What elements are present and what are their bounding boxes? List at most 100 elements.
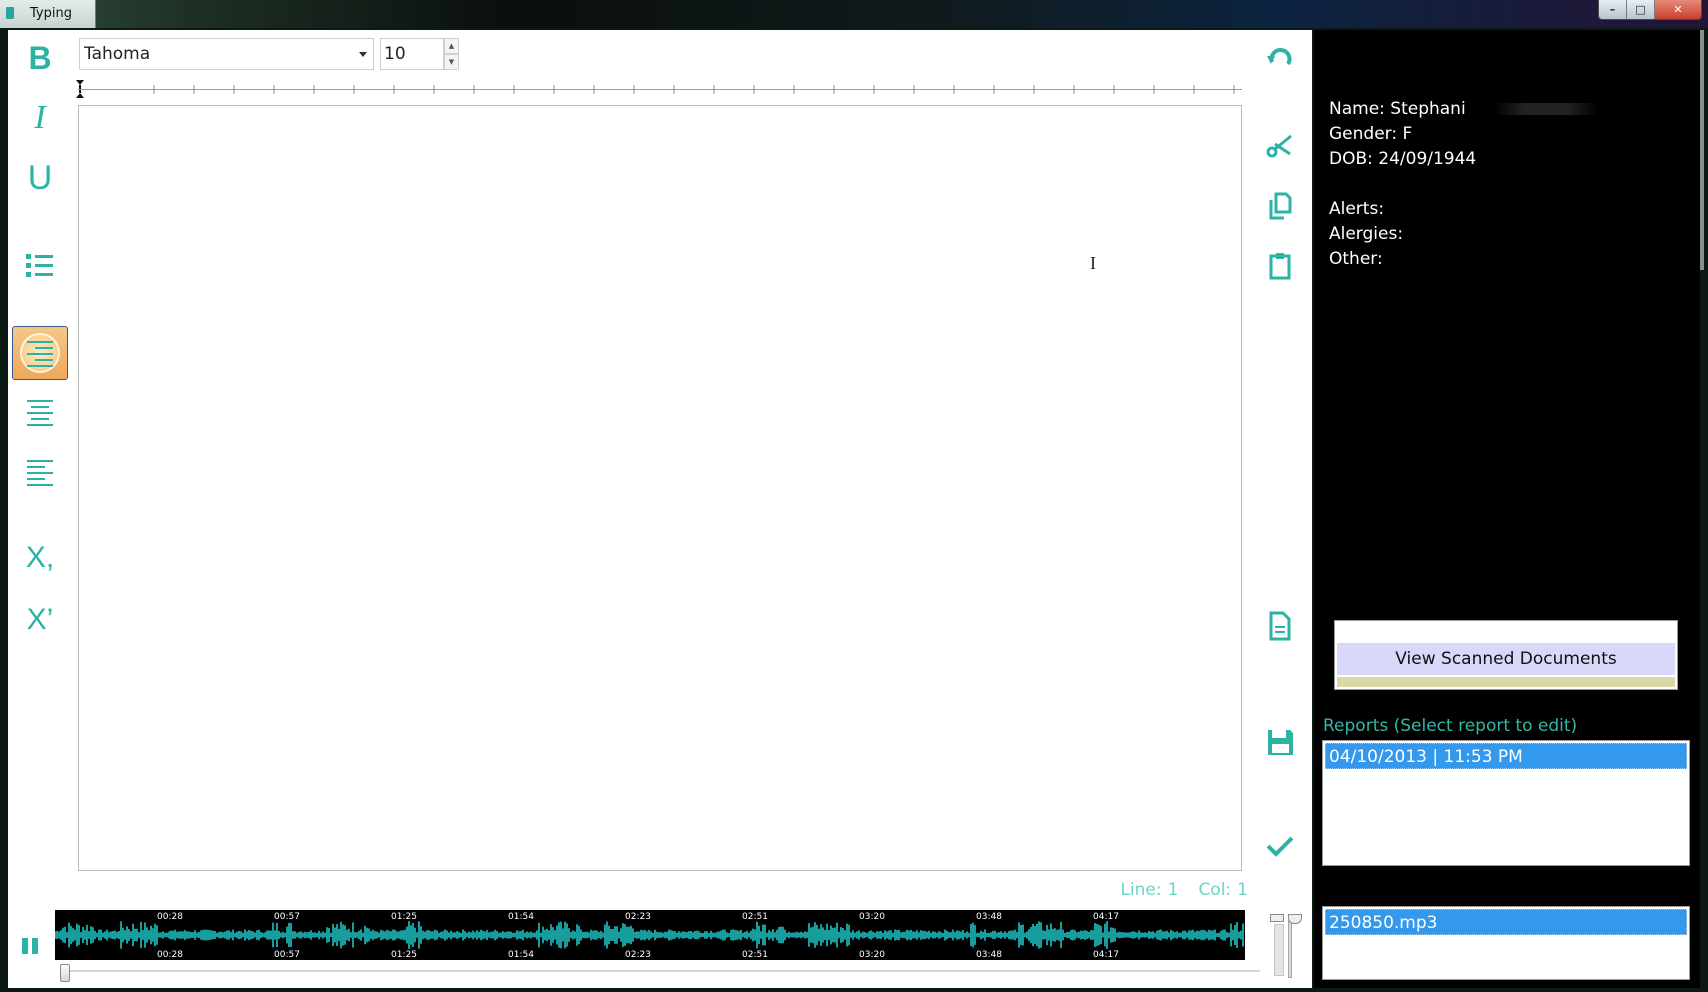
window-controls: – □ ✕ (1598, 0, 1702, 20)
pause-button[interactable] (22, 938, 40, 956)
maximize-button[interactable]: □ (1627, 0, 1655, 19)
copy-icon (1269, 192, 1292, 220)
waveform-timestamp-top: 01:54 (508, 912, 534, 922)
document-button[interactable] (1258, 604, 1302, 648)
waveform-timestamp-bottom: 02:51 (742, 950, 768, 960)
window-title-tab: Typing (0, 0, 96, 28)
waveform-graph: 00:28 00:28 00:57 00:57 01:25 01:25 01:54 01:54… (55, 912, 1244, 960)
waveform-timestamp-top: 01:25 (391, 912, 417, 922)
audio-file-list[interactable]: 250850.mp3 (1322, 906, 1690, 980)
col-label: Col: (1198, 880, 1232, 900)
align-center-icon (27, 400, 53, 426)
waveform-timestamp-bottom: 03:20 (859, 950, 885, 960)
waveform-timestamp-bottom: 03:48 (976, 950, 1002, 960)
finish-button[interactable] (1258, 824, 1302, 868)
volume-thumb[interactable] (1270, 914, 1284, 922)
waveform-timestamp-bottom: 00:57 (274, 950, 300, 960)
superscript-button[interactable]: X’ (12, 594, 68, 646)
seek-track[interactable] (60, 970, 1260, 972)
text-cursor-icon: I (1090, 253, 1096, 273)
document-editor[interactable] (78, 105, 1242, 871)
waveform-timestamp-top: 00:57 (274, 912, 300, 922)
panel-scrollbar[interactable] (1700, 30, 1704, 270)
reports-label: Reports (Select report to edit) (1323, 716, 1578, 736)
waveform-timestamp-top: 02:23 (625, 912, 651, 922)
underline-icon: U (27, 159, 53, 197)
cut-button[interactable] (1258, 124, 1302, 168)
speed-track[interactable] (1288, 920, 1292, 978)
copy-button[interactable] (1258, 184, 1302, 228)
paste-icon (1269, 253, 1291, 280)
subscript-button[interactable]: X, (12, 532, 68, 584)
waveform-timestamp-top: 04:17 (1093, 912, 1119, 922)
patient-name: Name: Stephani (1329, 99, 1466, 119)
undo-button[interactable] (1258, 38, 1302, 82)
stepper-up-icon[interactable]: ▲ (444, 38, 459, 54)
waveform-timestamp-top: 03:20 (859, 912, 885, 922)
bullet-list-icon (26, 254, 53, 277)
button-accent-strip (1337, 677, 1675, 687)
ruler-ticks (153, 85, 1235, 94)
font-family-select[interactable]: Tahoma (79, 38, 374, 70)
app-icon (6, 7, 14, 19)
minimize-button[interactable]: – (1599, 0, 1627, 19)
patient-alerts: Alerts: (1329, 199, 1385, 219)
undo-icon (1267, 48, 1292, 66)
chevron-down-icon[interactable] (359, 52, 367, 57)
waveform-timestamp-top: 00:28 (157, 912, 183, 922)
bullet-list-button[interactable] (12, 240, 68, 292)
volume-control[interactable] (1268, 914, 1306, 978)
paste-button[interactable] (1258, 244, 1302, 288)
align-right-button[interactable] (12, 326, 68, 380)
superscript-icon: X’ (26, 603, 54, 636)
line-value: 1 (1167, 880, 1179, 900)
waveform-timestamp-top: 02:51 (742, 912, 768, 922)
window-titlebar: Typing – □ ✕ (0, 0, 1708, 28)
align-left-button[interactable] (12, 446, 68, 498)
view-scanned-documents-button[interactable]: View Scanned Documents (1334, 620, 1678, 690)
patient-gender: Gender: F (1329, 124, 1413, 144)
align-right-icon (27, 341, 53, 367)
font-size-stepper[interactable]: ▲ ▼ (444, 38, 459, 70)
font-size-field[interactable]: 10 (380, 38, 444, 70)
waveform-timestamp-bottom: 02:23 (625, 950, 651, 960)
report-item[interactable]: 04/10/2013 | 11:53 PM (1325, 743, 1687, 769)
waveform-timestamp-bottom: 00:28 (157, 950, 183, 960)
align-center-button[interactable] (12, 386, 68, 438)
save-button[interactable] (1258, 720, 1302, 764)
patient-info: Name: Stephani Gender: F DOB: 24/09/1944… (1329, 97, 1622, 272)
seek-slider-thumb[interactable] (60, 964, 70, 982)
subscript-icon: X, (25, 541, 55, 574)
close-button[interactable]: ✕ (1655, 0, 1701, 19)
check-icon (1266, 836, 1294, 857)
reports-list[interactable]: 04/10/2013 | 11:53 PM (1322, 740, 1690, 866)
document-icon (1269, 611, 1291, 641)
patient-other: Other: (1329, 249, 1383, 269)
speed-thumb[interactable] (1288, 914, 1302, 924)
audio-file-item[interactable]: 250850.mp3 (1325, 909, 1687, 935)
waveform-path (55, 921, 1244, 949)
waveform-timestamp-bottom: 01:54 (508, 950, 534, 960)
underline-button[interactable]: U (12, 152, 68, 204)
redacted-surname (1471, 103, 1622, 115)
waveform-timestamp-bottom: 01:25 (391, 950, 417, 960)
bold-button[interactable]: B (12, 32, 68, 84)
cut-icon (1266, 134, 1292, 158)
stepper-down-icon[interactable]: ▼ (444, 54, 459, 70)
pause-icon-right (32, 938, 38, 954)
ruler[interactable] (78, 82, 1242, 100)
window-title: Typing (30, 6, 72, 21)
italic-button[interactable]: I (12, 92, 68, 144)
align-left-icon (27, 460, 53, 486)
audio-waveform[interactable]: 00:28 00:28 00:57 00:57 01:25 01:25 01:54 01:54… (55, 910, 1245, 960)
col-value: 1 (1237, 880, 1248, 900)
italic-icon: I (34, 99, 46, 136)
waveform-timestamp-top: 03:48 (976, 912, 1002, 922)
patient-name-row: Name: Stephani (1329, 97, 1622, 122)
waveform-timestamp-bottom: 04:17 (1093, 950, 1119, 960)
save-icon (1268, 730, 1293, 755)
cursor-position: Line: 1 Col: 1 (1098, 880, 1248, 900)
view-scanned-documents-label: View Scanned Documents (1337, 643, 1675, 675)
line-label: Line: (1120, 880, 1162, 900)
